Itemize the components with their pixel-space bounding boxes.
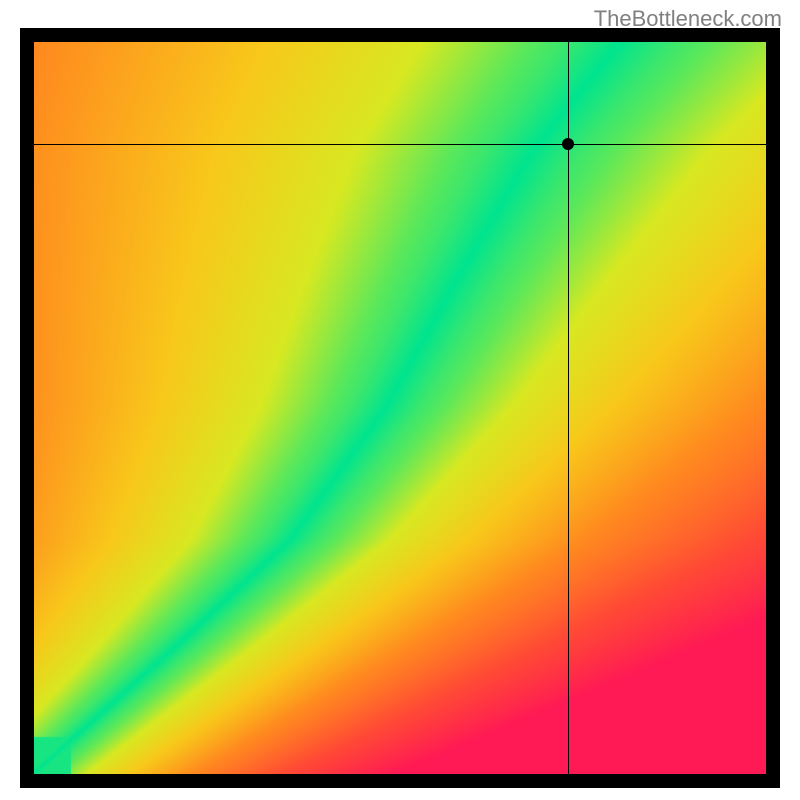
crosshair-horizontal [34, 144, 766, 145]
heatmap-canvas [34, 42, 766, 774]
plot-area [34, 42, 766, 774]
crosshair-vertical [568, 42, 569, 774]
chart-container: TheBottleneck.com [0, 0, 800, 800]
plot-frame [20, 28, 780, 788]
watermark-text: TheBottleneck.com [594, 6, 782, 32]
evaluation-marker [562, 138, 574, 150]
